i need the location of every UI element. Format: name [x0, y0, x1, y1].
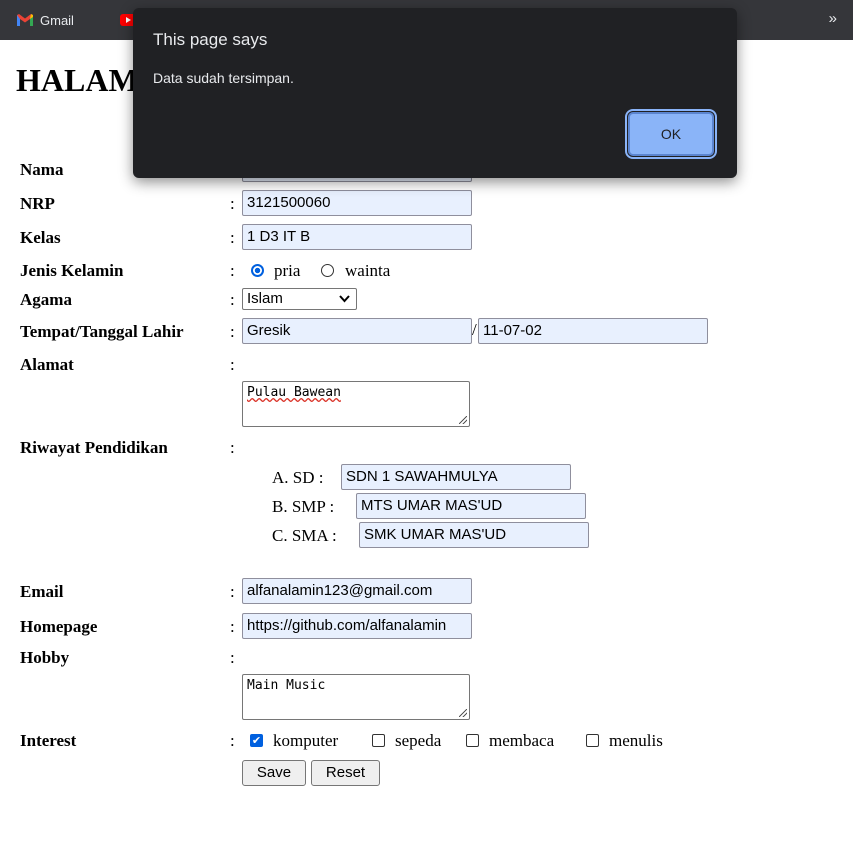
- ok-button[interactable]: OK: [625, 109, 717, 159]
- bookmark-gmail-label: Gmail: [40, 12, 74, 28]
- colon: :: [230, 731, 235, 750]
- colon: :: [230, 194, 235, 213]
- alert-dialog: This page says Data sudah tersimpan. OK: [133, 8, 737, 178]
- label-hobby: Hobby: [20, 648, 70, 667]
- dialog-message: Data sudah tersimpan.: [153, 70, 294, 86]
- sma-input[interactable]: SMK UMAR MAS'UD: [359, 522, 589, 548]
- tanggal-lahir-input[interactable]: 11-07-02: [478, 318, 708, 344]
- resize-grip-icon[interactable]: [459, 709, 467, 717]
- gmail-icon: [17, 14, 33, 26]
- reset-button[interactable]: Reset: [311, 760, 380, 786]
- hobby-text: Main Music: [247, 678, 326, 693]
- colon: :: [230, 438, 235, 457]
- label-homepage: Homepage: [20, 617, 98, 636]
- bookmarks-overflow-button[interactable]: »: [829, 10, 837, 27]
- label-ttl: Tempat/Tanggal Lahir: [20, 322, 184, 341]
- hobby-textarea[interactable]: Main Music: [242, 674, 470, 720]
- checkbox-sepeda[interactable]: [372, 734, 385, 747]
- radio-wainta[interactable]: [321, 264, 334, 277]
- agama-select-value: Islam: [247, 290, 283, 307]
- email-input[interactable]: alfanalamin123@gmail.com: [242, 578, 472, 604]
- colon: :: [230, 582, 235, 601]
- label-nrp: NRP: [20, 194, 55, 213]
- dialog-title: This page says: [153, 30, 268, 49]
- agama-select[interactable]: Islam: [242, 288, 357, 310]
- checkbox-komputer[interactable]: ✔: [250, 734, 263, 747]
- checkbox-sepeda-label: sepeda: [395, 731, 442, 750]
- label-nama: Nama: [20, 160, 64, 179]
- tempat-lahir-input[interactable]: Gresik: [242, 318, 472, 344]
- checkbox-membaca[interactable]: [466, 734, 479, 747]
- label-agama: Agama: [20, 290, 72, 309]
- bookmark-gmail[interactable]: Gmail: [16, 10, 74, 30]
- resize-grip-icon[interactable]: [459, 416, 467, 424]
- checkbox-membaca-label: membaca: [489, 731, 555, 750]
- checkbox-menulis[interactable]: [586, 734, 599, 747]
- colon: :: [230, 290, 235, 309]
- colon: :: [230, 228, 235, 247]
- alamat-textarea[interactable]: Pulau Bawean: [242, 381, 470, 427]
- page-title: HALAM: [16, 62, 139, 98]
- ttl-separator: /: [472, 320, 477, 339]
- label-smp: B. SMP :: [272, 497, 335, 516]
- colon: :: [230, 648, 235, 667]
- colon: :: [230, 261, 235, 280]
- checkbox-komputer-label: komputer: [273, 731, 339, 750]
- save-button[interactable]: Save: [242, 760, 306, 786]
- colon: :: [230, 355, 235, 374]
- label-alamat: Alamat: [20, 355, 74, 374]
- chevron-down-icon: [339, 295, 350, 303]
- kelas-input[interactable]: 1 D3 IT B: [242, 224, 472, 250]
- radio-pria[interactable]: [251, 264, 264, 277]
- label-riwayat-pendidikan: Riwayat Pendidikan: [20, 438, 168, 457]
- homepage-input[interactable]: https://github.com/alfanalamin: [242, 613, 472, 639]
- colon: :: [230, 322, 235, 341]
- nrp-input[interactable]: 3121500060: [242, 190, 472, 216]
- label-sd: A. SD :: [272, 468, 324, 487]
- radio-pria-label: pria: [274, 261, 301, 280]
- radio-wainta-label: wainta: [345, 261, 391, 280]
- label-kelas: Kelas: [20, 228, 61, 247]
- label-email: Email: [20, 582, 64, 601]
- label-jenis-kelamin: Jenis Kelamin: [20, 261, 124, 280]
- smp-input[interactable]: MTS UMAR MAS'UD: [356, 493, 586, 519]
- sd-input[interactable]: SDN 1 SAWAHMULYA: [341, 464, 571, 490]
- colon: :: [230, 617, 235, 636]
- label-interest: Interest: [20, 731, 77, 750]
- alamat-text: Pulau Bawean: [247, 385, 341, 400]
- label-sma: C. SMA :: [272, 526, 337, 545]
- checkbox-menulis-label: menulis: [609, 731, 663, 750]
